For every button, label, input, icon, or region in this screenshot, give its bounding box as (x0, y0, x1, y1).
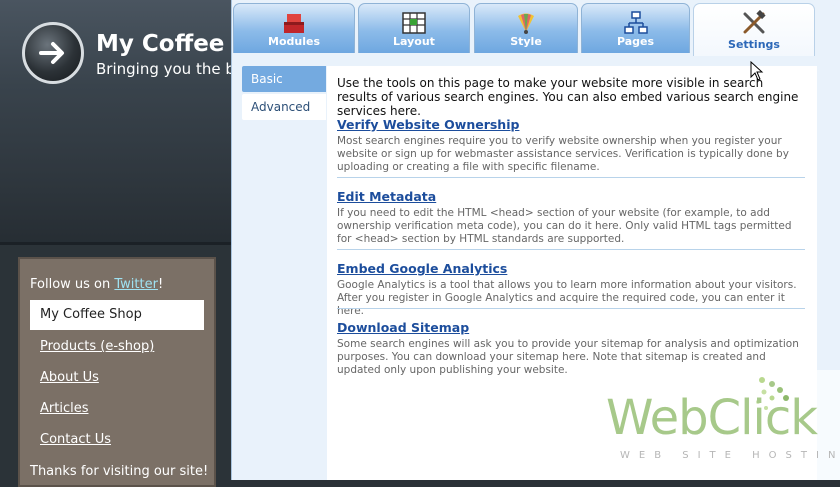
verify-ownership-link[interactable]: Verify Website Ownership (337, 117, 805, 132)
site-tagline: Bringing you the bes (96, 60, 252, 78)
tab-pages-label: Pages (616, 35, 655, 48)
follow-suffix: ! (157, 277, 164, 292)
subnav-advanced[interactable]: Advanced (242, 94, 326, 120)
tab-style[interactable]: Style (474, 3, 578, 53)
divider (337, 308, 805, 309)
nav-item-about-us[interactable]: About Us (30, 363, 204, 393)
webclick-watermark: WebClick WEB SITE HOSTING (600, 370, 840, 480)
edit-metadata-link[interactable]: Edit Metadata (337, 189, 805, 204)
tab-layout-label: Layout (393, 35, 435, 48)
modules-icon (284, 14, 304, 33)
site-title: My Coffee S (96, 31, 249, 57)
section-google-analytics: Embed Google Analytics Google Analytics … (337, 261, 805, 318)
intro-text: Use the tools on this page to make your … (337, 76, 799, 118)
google-analytics-desc: Google Analytics is a tool that allows y… (337, 279, 797, 317)
watermark-sub: WEB SITE HOSTING (620, 450, 840, 461)
layout-icon (402, 12, 426, 34)
nav-item-contact-us[interactable]: Contact Us (30, 425, 204, 455)
tab-modules[interactable]: Modules (233, 3, 355, 53)
nav-item-articles[interactable]: Articles (30, 394, 204, 424)
settings-icon (743, 10, 766, 34)
mouse-cursor-icon (750, 61, 764, 81)
google-analytics-link[interactable]: Embed Google Analytics (337, 261, 805, 276)
twitter-link[interactable]: Twitter (114, 277, 158, 292)
thanks-text: Thanks for visiting our site! (30, 464, 209, 479)
tab-style-label: Style (510, 35, 542, 48)
section-edit-metadata: Edit Metadata If you need to edit the HT… (337, 189, 805, 246)
subnav-basic[interactable]: Basic (242, 66, 326, 92)
divider (337, 177, 805, 178)
nav-item-products[interactable]: Products (e-shop) (30, 332, 204, 362)
nav-item-my-coffee-shop[interactable]: My Coffee Shop (30, 300, 204, 330)
section-verify-ownership: Verify Website Ownership Most search eng… (337, 117, 805, 174)
pages-icon (623, 11, 648, 34)
divider (337, 249, 805, 250)
settings-subnav: Basic Advanced (242, 66, 326, 122)
style-icon (518, 13, 534, 34)
watermark-brand: WebClick (606, 390, 818, 446)
verify-ownership-desc: Most search engines require you to verif… (337, 135, 789, 173)
tab-modules-label: Modules (268, 35, 320, 48)
tab-layout[interactable]: Layout (358, 3, 470, 53)
download-sitemap-link[interactable]: Download Sitemap (337, 320, 805, 335)
edit-metadata-desc: If you need to edit the HTML <head> sect… (337, 207, 792, 245)
site-logo-arrow-icon (22, 22, 84, 84)
section-download-sitemap: Download Sitemap Some search engines wil… (337, 320, 805, 377)
follow-prefix: Follow us on (30, 277, 115, 292)
tab-pages[interactable]: Pages (581, 3, 690, 53)
tab-settings-label: Settings (728, 38, 780, 51)
tab-settings[interactable]: Settings (693, 3, 815, 56)
follow-us-text: Follow us on Twitter! (30, 277, 163, 292)
